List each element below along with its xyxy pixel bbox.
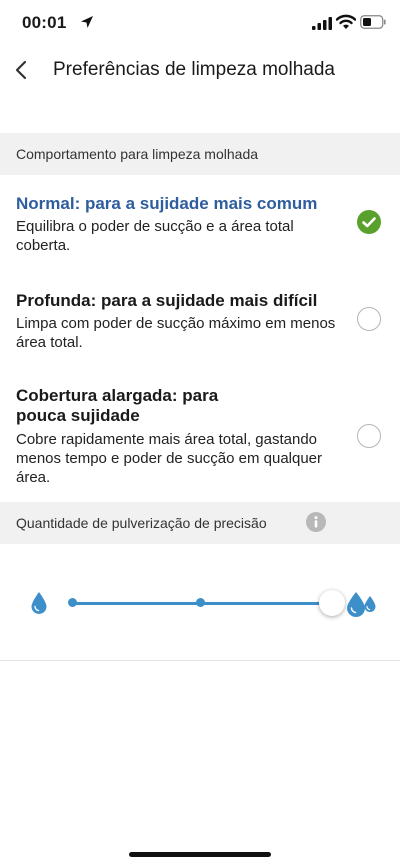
option-title: Normal: para a sujidade mais comum xyxy=(16,194,318,213)
status-bar: 00:01 xyxy=(0,0,400,48)
header: Preferências de limpeza molhada xyxy=(0,48,400,94)
water-drops-high-icon xyxy=(347,592,376,617)
option-profunda[interactable]: Profunda: para a sujidade mais difícil L… xyxy=(0,287,400,367)
info-icon[interactable] xyxy=(306,512,326,532)
back-arrow-icon[interactable] xyxy=(8,56,36,84)
wifi-icon xyxy=(336,14,356,29)
section-label: Comportamento para limpeza molhada xyxy=(16,146,259,162)
spray-slider-thumb[interactable] xyxy=(319,590,345,616)
radio-button[interactable] xyxy=(357,424,381,448)
selected-check-icon[interactable] xyxy=(357,210,381,234)
slider-step-dot[interactable] xyxy=(68,598,77,607)
slider-step-dot[interactable] xyxy=(196,598,205,607)
home-indicator[interactable] xyxy=(129,852,271,857)
option-title: Profunda: para a sujidade mais difícil xyxy=(16,291,318,310)
battery-icon xyxy=(360,15,386,29)
spray-slider-area xyxy=(0,544,400,661)
option-description: Equilibra o poder de sucção e a área tot… xyxy=(16,218,294,254)
location-arrow-icon xyxy=(81,16,93,28)
option-description: Limpa com poder de sucção máximo em meno… xyxy=(16,315,336,351)
page-title: Preferências de limpeza molhada xyxy=(53,59,335,80)
option-description: Cobre rapidamente mais área total, gasta… xyxy=(16,431,323,486)
status-time: 00:01 xyxy=(22,13,67,32)
section-header-behavior: Comportamento para limpeza molhada xyxy=(0,133,400,175)
section-label: Quantidade de pulverização de precisão xyxy=(16,515,267,531)
option-cobertura-alargada[interactable]: Cobertura alargada: para pouca sujidade … xyxy=(0,383,400,493)
water-drop-low-icon xyxy=(31,592,47,614)
section-header-spray: Quantidade de pulverização de precisão xyxy=(0,502,400,544)
option-title: Cobertura alargada: para pouca sujidade xyxy=(16,386,219,425)
cellular-signal-icon xyxy=(312,17,332,30)
radio-button[interactable] xyxy=(357,307,381,331)
option-normal[interactable]: Normal: para a sujidade mais comum Equil… xyxy=(0,190,400,270)
